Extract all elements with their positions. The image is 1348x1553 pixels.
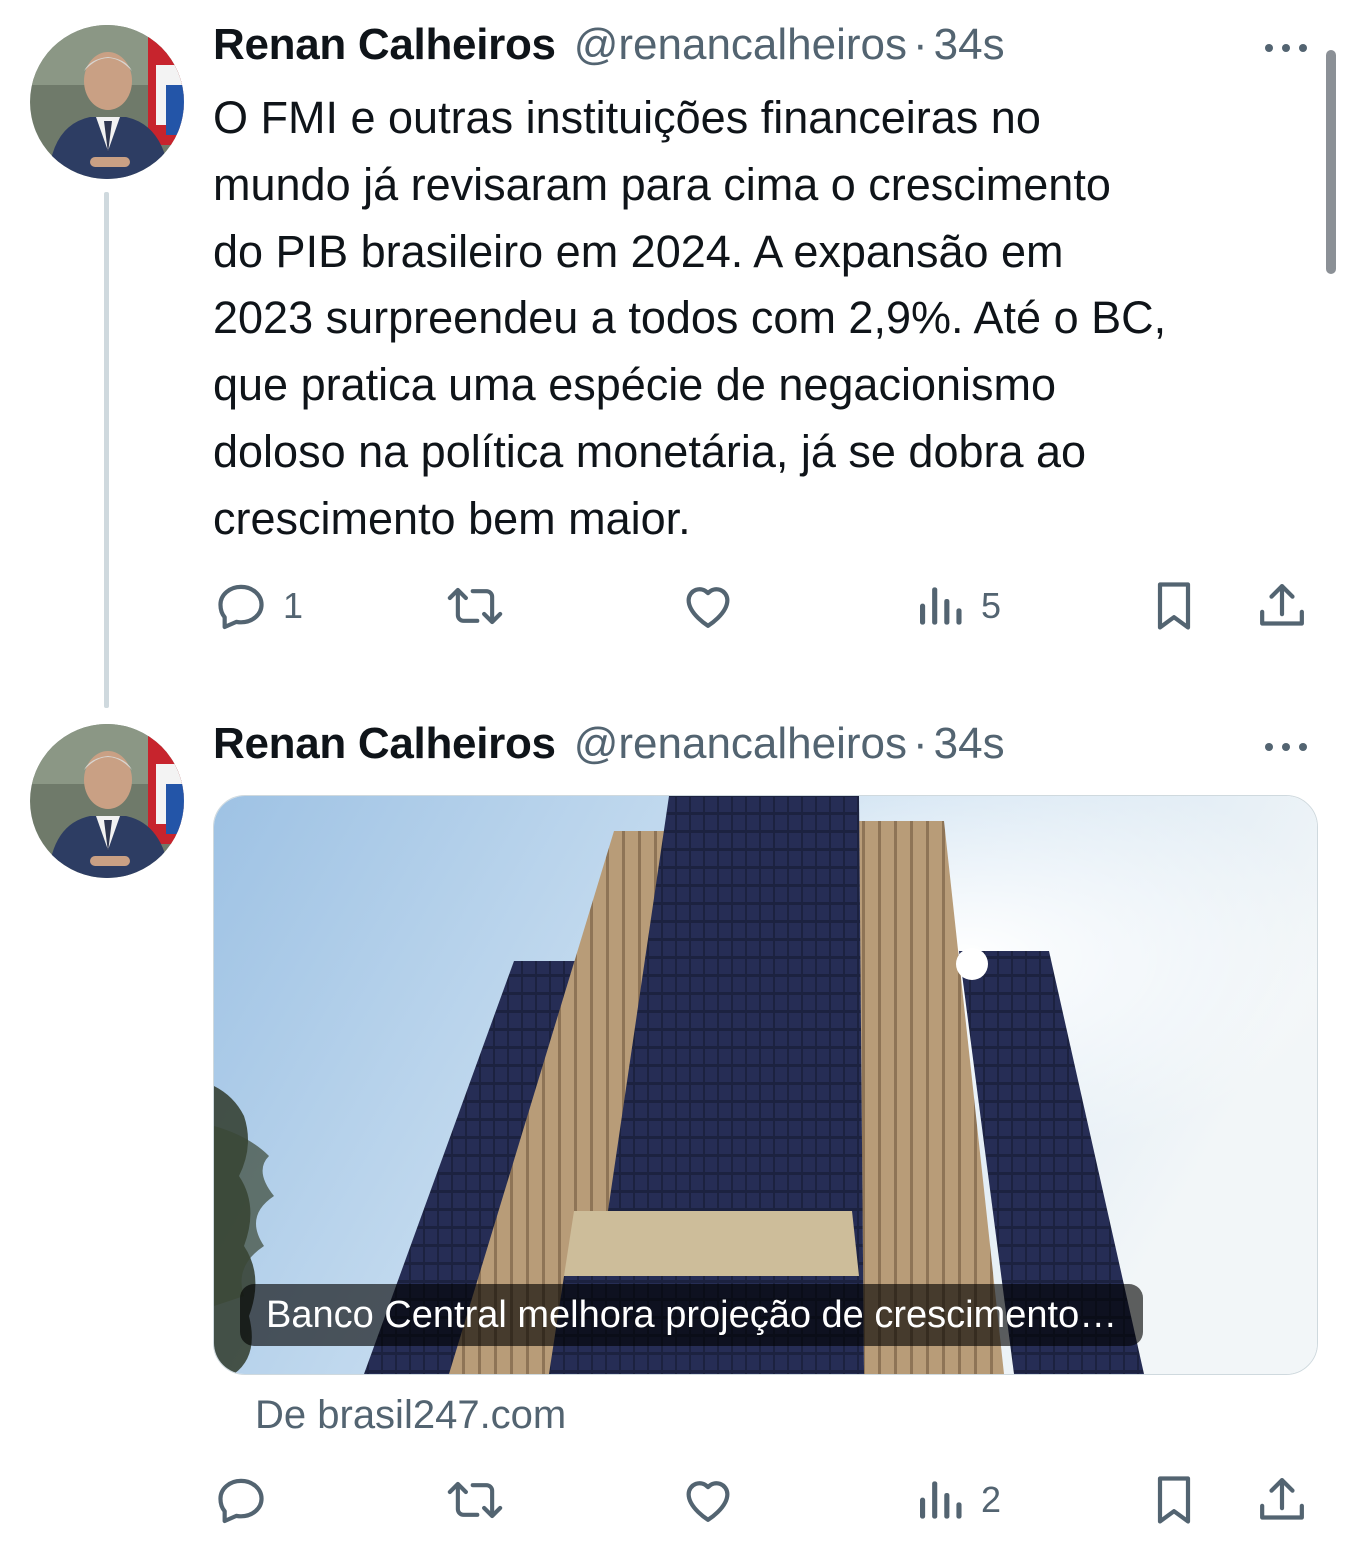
- separator-dot: ·: [913, 20, 928, 69]
- author-name[interactable]: Renan Calheiros: [213, 719, 556, 769]
- avatar[interactable]: [30, 724, 184, 878]
- bookmark-button[interactable]: [1149, 1470, 1199, 1530]
- share-button[interactable]: [1253, 1470, 1311, 1530]
- reply-button[interactable]: [213, 1470, 269, 1530]
- views-count: 5: [981, 585, 1002, 626]
- reply-icon: [213, 1472, 269, 1528]
- views-icon: [915, 578, 967, 634]
- timestamp[interactable]: 34s: [934, 719, 1005, 769]
- reply-icon: [213, 578, 269, 634]
- bookmark-icon: [1149, 1472, 1199, 1528]
- like-button[interactable]: [679, 1470, 737, 1530]
- tweet-1[interactable]: Renan Calheiros @renancalheiros · 34s O …: [0, 0, 1348, 700]
- more-icon[interactable]: [1262, 737, 1310, 757]
- reply-count: 1: [283, 585, 304, 626]
- views-count: 2: [981, 1479, 1002, 1520]
- share-button[interactable]: [1253, 576, 1311, 636]
- heart-icon: [679, 578, 737, 634]
- retweet-icon: [443, 1472, 507, 1528]
- views-button[interactable]: 2: [915, 1470, 1001, 1530]
- more-icon[interactable]: [1262, 38, 1310, 58]
- card-source[interactable]: De brasil247.com: [255, 1393, 566, 1438]
- timestamp[interactable]: 34s: [934, 20, 1005, 70]
- views-icon: [915, 1472, 967, 1528]
- card-title: Banco Central melhora projeção de cresci…: [240, 1284, 1144, 1346]
- tweet-header: Renan Calheiros @renancalheiros · 34s: [213, 719, 1005, 779]
- retweet-button[interactable]: [443, 576, 507, 636]
- avatar[interactable]: [30, 25, 184, 179]
- link-preview-card[interactable]: Banco Central melhora projeção de cresci…: [213, 795, 1318, 1375]
- like-button[interactable]: [679, 576, 737, 636]
- bookmark-icon: [1149, 578, 1199, 634]
- share-icon: [1253, 578, 1311, 634]
- bookmark-button[interactable]: [1149, 576, 1199, 636]
- tweet-text: O FMI e outras instituições financeiras …: [213, 92, 1167, 544]
- views-button[interactable]: 5: [915, 576, 1001, 636]
- heart-icon: [679, 1472, 737, 1528]
- share-icon: [1253, 1472, 1311, 1528]
- tweet-actions: 1 5: [213, 576, 1323, 636]
- reply-button[interactable]: 1: [213, 576, 303, 636]
- author-name[interactable]: Renan Calheiros: [213, 20, 556, 70]
- tweet-actions: 2: [213, 1470, 1323, 1530]
- retweet-icon: [443, 578, 507, 634]
- separator-dot: ·: [913, 719, 928, 768]
- retweet-button[interactable]: [443, 1470, 507, 1530]
- tweet-header: Renan Calheiros @renancalheiros · 34s: [213, 20, 1005, 80]
- author-handle[interactable]: @renancalheiros: [574, 20, 907, 70]
- author-handle[interactable]: @renancalheiros: [574, 719, 907, 769]
